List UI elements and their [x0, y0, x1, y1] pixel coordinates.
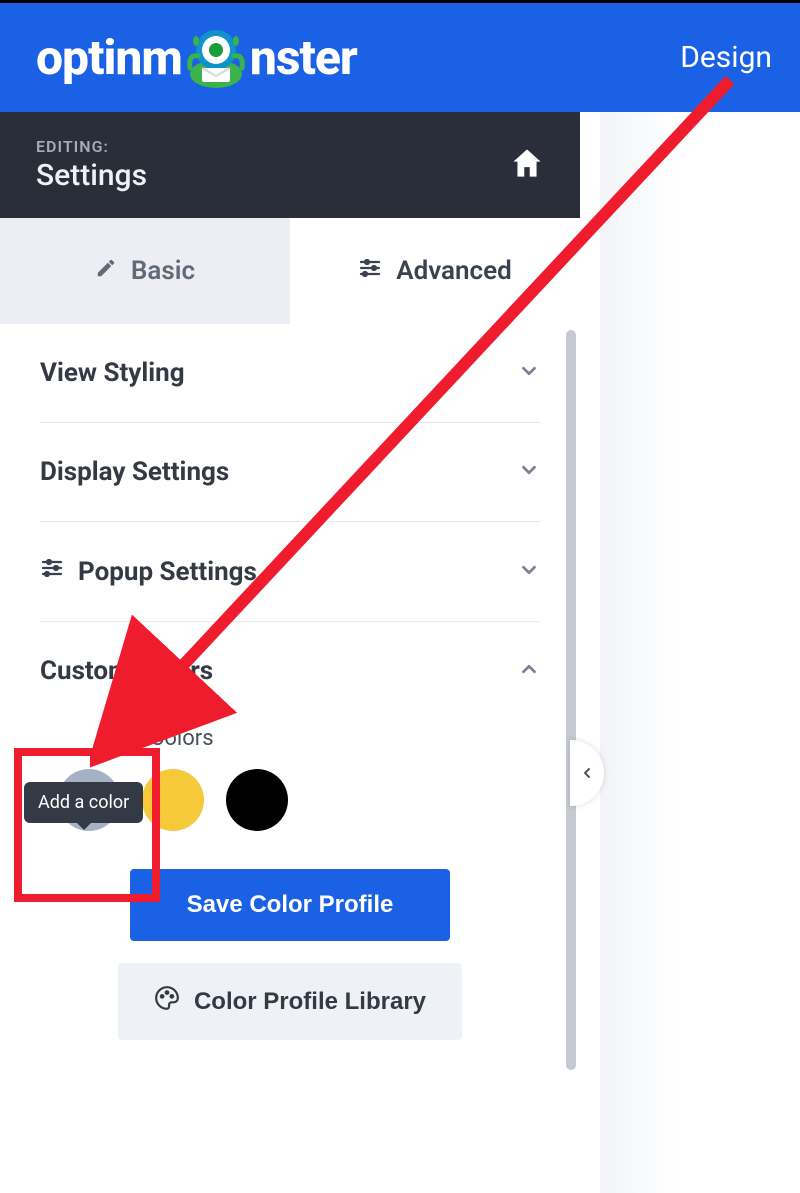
- tab-advanced-label: Advanced: [396, 256, 512, 286]
- panel-collapse-handle[interactable]: [570, 740, 604, 806]
- settings-panel: View Styling Display Settings Popup Sett…: [0, 324, 580, 1102]
- brand-text-suffix: nster: [250, 29, 357, 86]
- chevron-up-icon: [518, 658, 540, 684]
- chevron-down-icon: [518, 459, 540, 485]
- top-bar: optinm nster Design: [0, 0, 800, 112]
- brand-mascot-icon: [184, 26, 248, 90]
- palette-icon: [154, 985, 180, 1018]
- home-icon[interactable]: [510, 148, 544, 182]
- tab-basic[interactable]: Basic: [0, 218, 290, 324]
- sliders-icon: [40, 556, 64, 587]
- tab-basic-label: Basic: [131, 256, 195, 286]
- nav-tab-design[interactable]: Design: [680, 40, 772, 75]
- section-view-styling[interactable]: View Styling: [40, 324, 540, 423]
- editing-eyebrow: EDITING:: [36, 137, 147, 156]
- section-custom-colors-label: Custom Colors: [40, 656, 213, 686]
- section-display-settings[interactable]: Display Settings: [40, 423, 540, 522]
- section-display-settings-label: Display Settings: [40, 457, 229, 487]
- save-color-profile-label: Save Color Profile: [187, 891, 394, 919]
- canvas-area: [600, 112, 800, 1193]
- color-swatch-black[interactable]: [226, 769, 288, 831]
- editing-title: Settings: [36, 158, 147, 193]
- sliders-icon: [358, 256, 382, 287]
- color-swatch-yellow[interactable]: [142, 769, 204, 831]
- save-color-profile-button[interactable]: Save Color Profile: [130, 869, 450, 941]
- color-profile-library-button[interactable]: Color Profile Library: [118, 963, 462, 1040]
- add-color-tooltip: Add a color: [24, 782, 143, 823]
- section-popup-settings[interactable]: Popup Settings: [40, 522, 540, 622]
- color-profile-library-label: Color Profile Library: [194, 988, 426, 1016]
- section-view-styling-label: View Styling: [40, 358, 185, 388]
- colors-sub-label: Colors: [40, 726, 540, 751]
- pencil-icon: [95, 256, 117, 286]
- panel-scrollbar[interactable]: [566, 330, 576, 1070]
- section-custom-colors[interactable]: Custom Colors: [40, 622, 540, 720]
- brand-logo: optinm nster: [36, 26, 357, 90]
- settings-tabs: Basic Advanced: [0, 218, 580, 324]
- brand-text-prefix: optinm: [36, 29, 182, 86]
- section-popup-settings-label: Popup Settings: [78, 557, 257, 587]
- tab-advanced[interactable]: Advanced: [290, 218, 580, 324]
- chevron-down-icon: [518, 360, 540, 386]
- chevron-down-icon: [518, 559, 540, 585]
- editing-header: EDITING: Settings: [0, 112, 580, 218]
